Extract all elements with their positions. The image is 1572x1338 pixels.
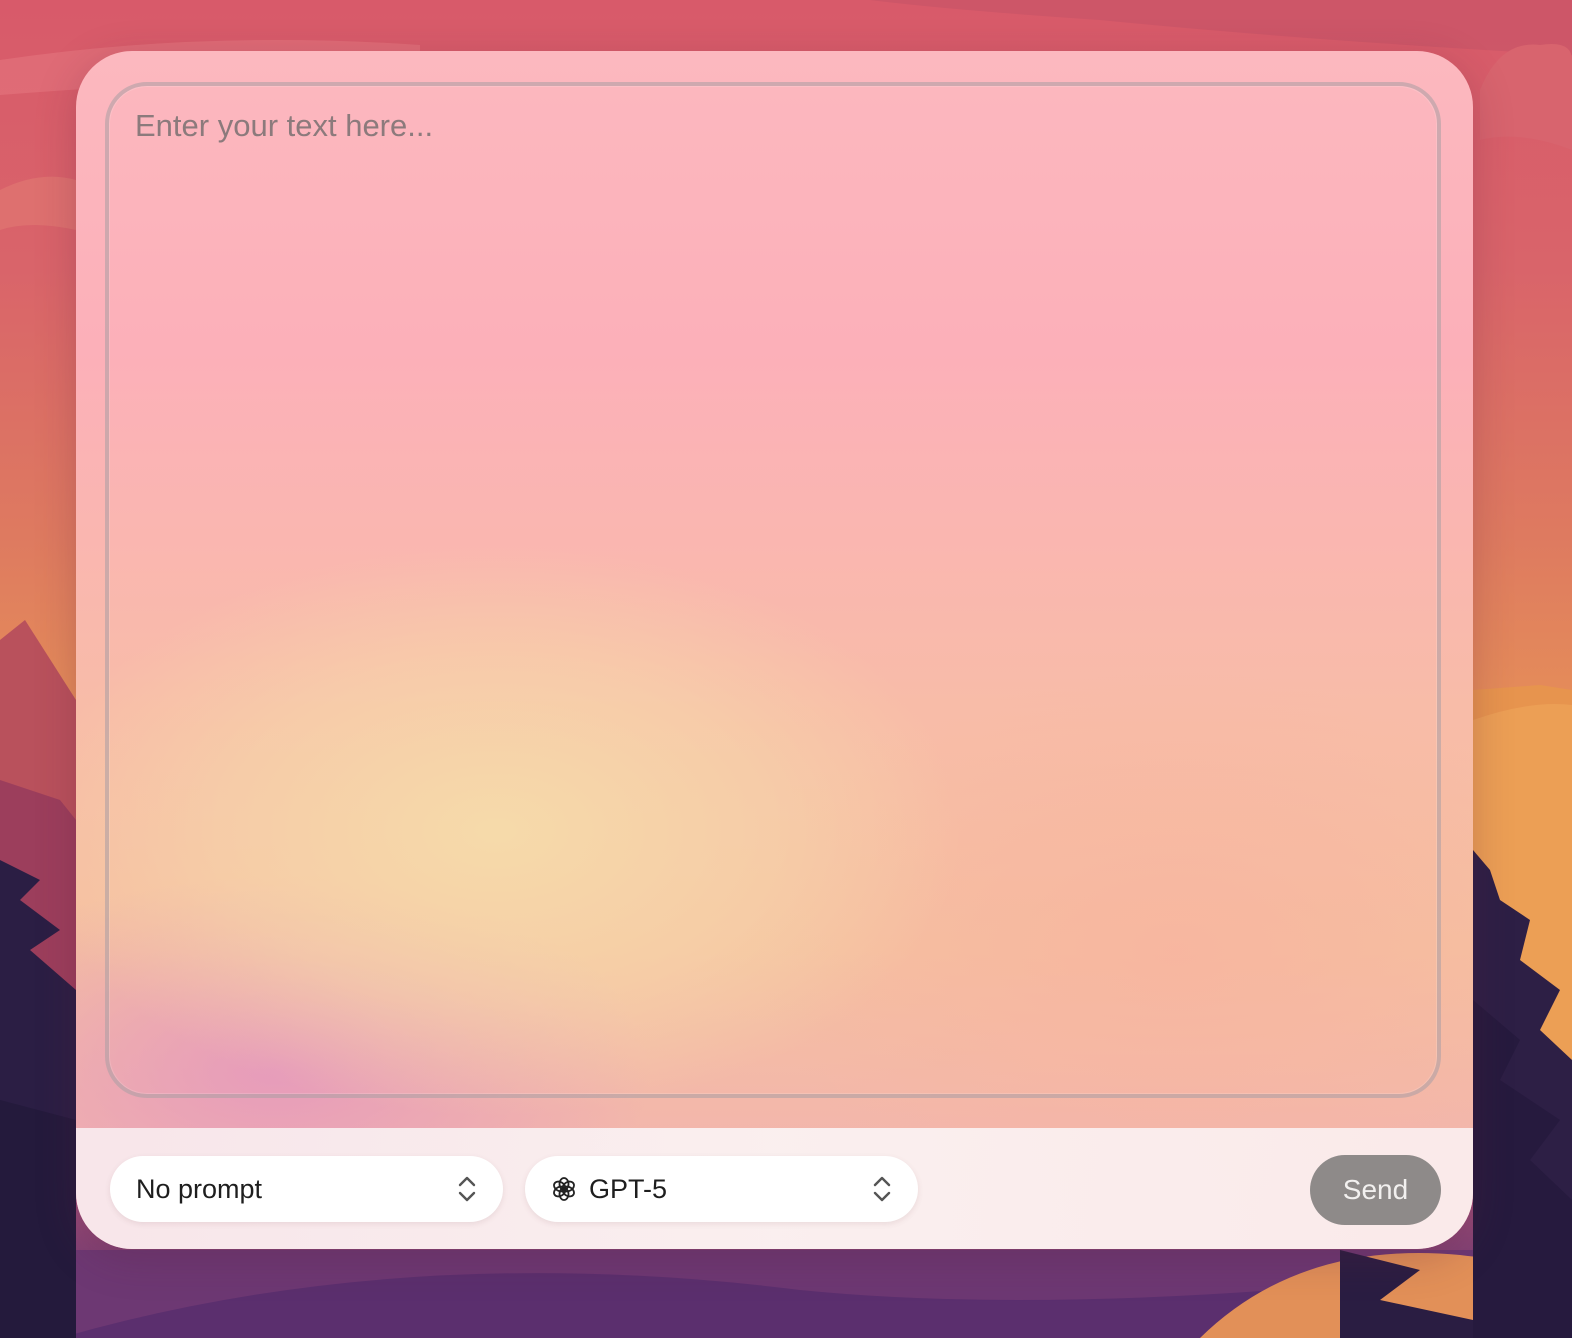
prompt-select[interactable]: No prompt xyxy=(110,1156,503,1222)
composer-toolbar: No prompt GPT-5 Send xyxy=(76,1128,1473,1249)
prompt-select-value: No prompt xyxy=(136,1173,263,1204)
send-button[interactable]: Send xyxy=(1310,1155,1441,1225)
chevron-up-down-icon xyxy=(873,1176,891,1202)
model-select[interactable]: GPT-5 xyxy=(525,1156,918,1222)
model-select-value: GPT-5 xyxy=(589,1173,668,1204)
composer-panel: No prompt GPT-5 xyxy=(76,51,1473,1249)
chevron-up-down-icon xyxy=(458,1176,476,1202)
openai-icon xyxy=(553,1177,575,1201)
text-input[interactable] xyxy=(105,82,1441,1098)
